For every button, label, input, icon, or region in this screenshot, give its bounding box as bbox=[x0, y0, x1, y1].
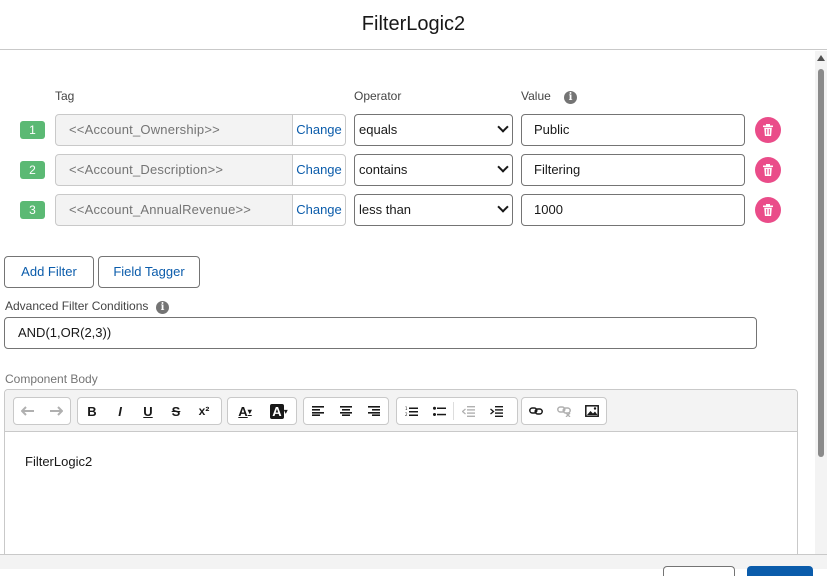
operator-select-value: contains bbox=[359, 162, 408, 177]
chevron-down-icon bbox=[497, 161, 509, 173]
underline-button[interactable]: U bbox=[134, 398, 162, 424]
advanced-filter-input[interactable]: AND(1,OR(2,3)) bbox=[4, 317, 757, 349]
background-color-icon: A bbox=[270, 403, 284, 419]
redo-icon bbox=[50, 406, 63, 416]
change-tag-button[interactable]: Change bbox=[292, 114, 346, 146]
modal-footer bbox=[0, 554, 827, 576]
delete-filter-button[interactable] bbox=[755, 117, 781, 143]
numbered-list-icon: 12 bbox=[405, 406, 418, 417]
bulleted-list-button[interactable] bbox=[425, 398, 453, 424]
history-group bbox=[13, 397, 71, 425]
clear-formatting-button[interactable]: x² bbox=[190, 398, 218, 424]
indent-icon bbox=[489, 405, 503, 417]
trash-icon bbox=[763, 204, 773, 216]
modal-header: FilterLogic2 bbox=[0, 0, 827, 50]
redo-button[interactable] bbox=[42, 398, 70, 424]
rich-text-editor: B I U S x² A ▾ A ▾ 1 2 FilterLogic2 bbox=[4, 389, 798, 554]
text-color-button[interactable]: A ▾ bbox=[228, 398, 262, 424]
editor-toolbar: B I U S x² A ▾ A ▾ 1 2 bbox=[5, 390, 797, 432]
insert-group bbox=[521, 397, 607, 425]
operator-select[interactable]: equals bbox=[354, 114, 513, 146]
undo-icon bbox=[21, 406, 34, 416]
align-right-button[interactable] bbox=[360, 398, 388, 424]
indent-button[interactable] bbox=[482, 398, 510, 424]
delete-filter-button[interactable] bbox=[755, 197, 781, 223]
format-group: B I U S x² bbox=[77, 397, 222, 425]
value-column-label: Value bbox=[521, 89, 551, 103]
modal: FilterLogic2 Tag Operator Value i 1 <<Ac… bbox=[0, 0, 827, 576]
bulleted-list-icon bbox=[432, 406, 446, 416]
image-icon bbox=[585, 405, 599, 417]
trash-icon bbox=[763, 164, 773, 176]
delete-filter-button[interactable] bbox=[755, 157, 781, 183]
insert-image-button[interactable] bbox=[578, 398, 606, 424]
align-center-icon bbox=[340, 406, 352, 416]
bold-button[interactable]: B bbox=[78, 398, 106, 424]
text-color-icon: A bbox=[238, 403, 248, 419]
info-icon[interactable]: i bbox=[564, 91, 577, 104]
insert-link-button[interactable] bbox=[522, 398, 550, 424]
link-icon bbox=[529, 407, 543, 415]
background-color-button[interactable]: A ▾ bbox=[262, 398, 296, 424]
undo-button[interactable] bbox=[14, 398, 42, 424]
numbered-list-button[interactable]: 12 bbox=[397, 398, 425, 424]
scrollbar[interactable] bbox=[815, 51, 827, 554]
save-button[interactable] bbox=[747, 566, 813, 576]
scrollbar-thumb[interactable] bbox=[818, 69, 824, 457]
outdent-icon bbox=[461, 405, 475, 417]
outdent-button[interactable] bbox=[454, 398, 482, 424]
chevron-down-icon bbox=[497, 121, 509, 133]
field-tagger-button[interactable]: Field Tagger bbox=[98, 256, 200, 288]
scroll-up-arrow-icon[interactable] bbox=[817, 55, 825, 61]
filter-number-badge: 1 bbox=[20, 121, 45, 139]
align-center-button[interactable] bbox=[332, 398, 360, 424]
list-group: 12 bbox=[396, 397, 518, 425]
svg-text:2: 2 bbox=[405, 412, 408, 417]
modal-title: FilterLogic2 bbox=[361, 13, 466, 35]
advanced-filter-label: Advanced Filter Conditions bbox=[5, 299, 149, 313]
info-icon[interactable]: i bbox=[156, 301, 169, 314]
modal-body: Tag Operator Value i 1 <<Account_Ownersh… bbox=[0, 51, 815, 554]
editor-content[interactable]: FilterLogic2 bbox=[25, 454, 92, 469]
value-input[interactable]: 1000 bbox=[521, 194, 745, 226]
cancel-button[interactable] bbox=[663, 566, 735, 576]
operator-select[interactable]: contains bbox=[354, 154, 513, 186]
trash-icon bbox=[763, 124, 773, 136]
svg-text:1: 1 bbox=[405, 406, 408, 411]
align-right-icon bbox=[368, 406, 380, 416]
italic-button[interactable]: I bbox=[106, 398, 134, 424]
tag-field: <<Account_Ownership>> bbox=[55, 114, 293, 146]
change-tag-button[interactable]: Change bbox=[292, 154, 346, 186]
unlink-icon bbox=[557, 406, 571, 417]
operator-select-value: equals bbox=[359, 122, 398, 137]
color-group: A ▾ A ▾ bbox=[227, 397, 297, 425]
remove-link-button[interactable] bbox=[550, 398, 578, 424]
value-input[interactable]: Filtering bbox=[521, 154, 745, 186]
change-tag-button[interactable]: Change bbox=[292, 194, 346, 226]
component-body-label: Component Body bbox=[5, 372, 98, 386]
filter-number-badge: 3 bbox=[20, 201, 45, 219]
align-group bbox=[303, 397, 389, 425]
value-input[interactable]: Public bbox=[521, 114, 745, 146]
operator-column-label: Operator bbox=[354, 89, 402, 103]
tag-field: <<Account_Description>> bbox=[55, 154, 293, 186]
tag-column-label: Tag bbox=[55, 89, 75, 103]
operator-select[interactable]: less than bbox=[354, 194, 513, 226]
strikethrough-button[interactable]: S bbox=[162, 398, 190, 424]
filter-number-badge: 2 bbox=[20, 161, 45, 179]
tag-field: <<Account_AnnualRevenue>> bbox=[55, 194, 293, 226]
add-filter-button[interactable]: Add Filter bbox=[4, 256, 94, 288]
align-left-button[interactable] bbox=[304, 398, 332, 424]
chevron-down-icon bbox=[497, 201, 509, 213]
operator-select-value: less than bbox=[359, 202, 412, 217]
align-left-icon bbox=[312, 406, 324, 416]
